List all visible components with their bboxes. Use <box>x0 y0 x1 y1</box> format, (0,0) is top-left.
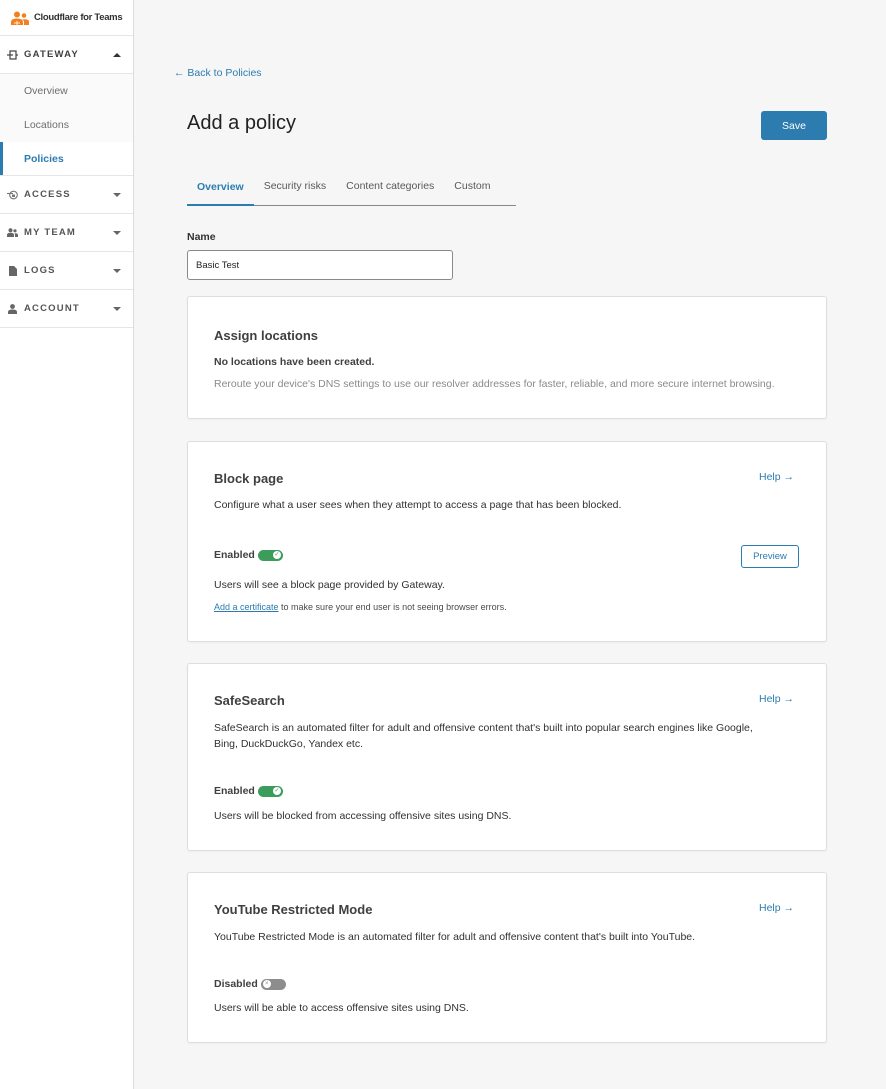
card-subtitle: No locations have been created. <box>214 356 375 368</box>
card-note: Users will see a block page provided by … <box>214 579 445 591</box>
back-to-policies-link[interactable]: ← Back to Policies <box>174 67 262 79</box>
sidebar-item-policies[interactable]: Policies <box>0 142 133 176</box>
preview-button[interactable]: Preview <box>741 545 799 568</box>
back-link-label: Back to Policies <box>187 67 262 79</box>
name-label: Name <box>187 231 216 243</box>
card-title: Assign locations <box>214 328 319 343</box>
chevron-down-icon <box>113 230 121 235</box>
sidebar-item-overview[interactable]: Overview <box>0 74 133 108</box>
help-link[interactable]: Help → <box>759 471 794 483</box>
tab-security-risks[interactable]: Security risks <box>254 175 336 205</box>
check-icon: ✓ <box>272 787 281 795</box>
tab-overview[interactable]: Overview <box>187 175 254 206</box>
status-label: Disabled <box>214 978 258 990</box>
sidebar-section-label: MY TEAM <box>24 227 77 238</box>
status-row: Disabled × <box>214 978 286 990</box>
block-page-toggle[interactable]: ✓ <box>257 549 283 561</box>
status-row: Enabled ✓ <box>214 785 283 797</box>
x-icon: × <box>262 980 271 988</box>
brand-name: Cloudflare for Teams <box>34 12 123 23</box>
sidebar: Cloudflare for Teams GATEWAY Overview Lo… <box>0 0 134 1089</box>
chevron-down-icon <box>113 306 121 311</box>
card-note: Users will be able to access offensive s… <box>214 1002 469 1014</box>
chevron-down-icon <box>113 268 121 273</box>
sidebar-section-label: ACCESS <box>24 189 71 200</box>
team-icon <box>7 227 18 238</box>
card-description: Configure what a user sees when they att… <box>214 499 622 511</box>
brand-logo[interactable]: Cloudflare for Teams <box>0 0 133 36</box>
block-page-card: Block page Help → Configure what a user … <box>187 441 827 642</box>
add-certificate-link[interactable]: Add a certificate <box>214 602 279 612</box>
sidebar-section-gateway[interactable]: GATEWAY <box>0 36 133 74</box>
status-row: Enabled ✓ <box>214 549 283 561</box>
card-note: Users will be blocked from accessing off… <box>214 810 512 822</box>
sidebar-section-access[interactable]: ACCESS <box>0 176 133 214</box>
card-title: Block page <box>214 471 284 486</box>
chevron-up-icon <box>113 52 121 57</box>
card-description-line1: SafeSearch is an automated filter for ad… <box>214 722 753 734</box>
certificate-note-text: to make sure your end user is not seeing… <box>278 602 507 612</box>
check-icon: ✓ <box>272 551 281 559</box>
gateway-icon <box>7 49 18 60</box>
gateway-submenu: Overview Locations Policies <box>0 74 133 176</box>
card-description-line2: Bing, DuckDuckGo, Yandex etc. <box>214 738 364 750</box>
safesearch-card: SafeSearch Help → SafeSearch is an autom… <box>187 663 827 851</box>
user-icon <box>7 303 18 314</box>
access-icon <box>7 189 18 200</box>
status-label: Enabled <box>214 785 255 797</box>
certificate-note: Add a certificate to make sure your end … <box>214 602 507 612</box>
card-title: YouTube Restricted Mode <box>214 902 373 917</box>
sidebar-section-label: GATEWAY <box>24 49 79 60</box>
sidebar-section-label: LOGS <box>24 265 56 276</box>
tab-content-categories[interactable]: Content categories <box>336 175 444 205</box>
team-logo-icon <box>11 11 29 25</box>
assign-locations-card: Assign locations No locations have been … <box>187 296 827 419</box>
card-description: YouTube Restricted Mode is an automated … <box>214 931 696 943</box>
youtube-restricted-card: YouTube Restricted Mode Help → YouTube R… <box>187 872 827 1043</box>
sidebar-section-my-team[interactable]: MY TEAM <box>0 214 133 252</box>
sidebar-section-label: ACCOUNT <box>24 303 80 314</box>
tab-custom[interactable]: Custom <box>444 175 500 205</box>
chevron-down-icon <box>113 192 121 197</box>
help-link[interactable]: Help → <box>759 693 794 705</box>
name-input[interactable] <box>187 250 453 280</box>
card-title: SafeSearch <box>214 693 285 708</box>
safesearch-toggle[interactable]: ✓ <box>257 785 283 797</box>
page-title: Add a policy <box>187 112 296 134</box>
card-description: Reroute your device's DNS settings to us… <box>214 378 775 390</box>
sidebar-section-logs[interactable]: LOGS <box>0 252 133 290</box>
document-icon <box>7 265 18 276</box>
help-link[interactable]: Help → <box>759 902 794 914</box>
status-label: Enabled <box>214 549 255 561</box>
policy-tabs: Overview Security risks Content categori… <box>187 175 516 206</box>
youtube-restricted-toggle[interactable]: × <box>260 978 286 990</box>
sidebar-section-account[interactable]: ACCOUNT <box>0 290 133 328</box>
sidebar-item-locations[interactable]: Locations <box>0 108 133 142</box>
arrow-left-icon: ← <box>174 67 188 79</box>
save-button[interactable]: Save <box>761 111 827 140</box>
